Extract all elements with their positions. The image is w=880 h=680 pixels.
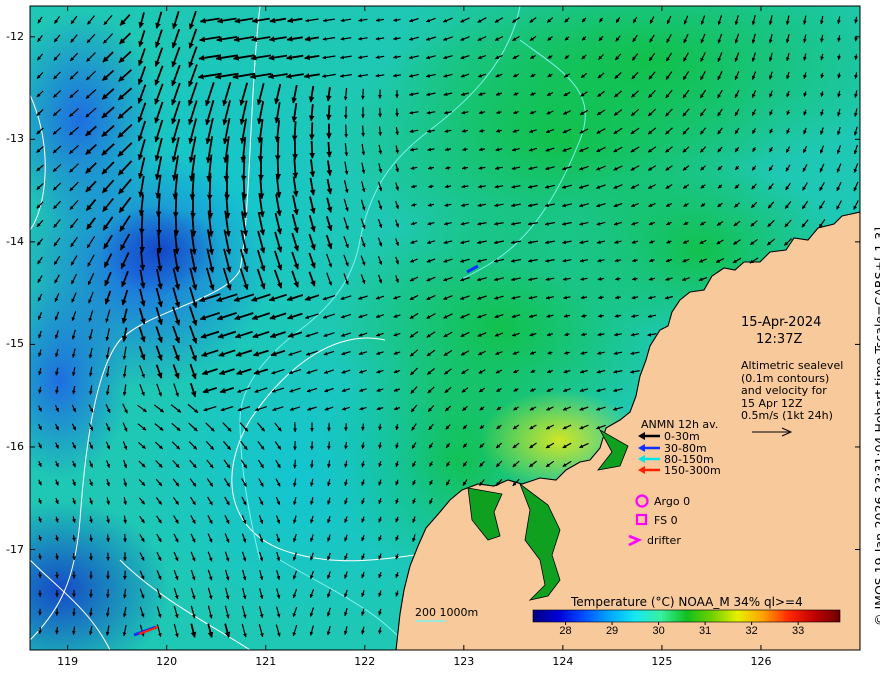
current-arrow bbox=[361, 125, 366, 137]
colorbar-tick-label: 33 bbox=[792, 625, 805, 637]
current-arrow bbox=[344, 423, 348, 432]
colorbar-tick-label: 32 bbox=[745, 625, 758, 637]
current-arrow bbox=[123, 533, 127, 543]
current-arrow bbox=[395, 108, 399, 117]
current-arrow bbox=[55, 626, 59, 635]
x-tick-label: 120 bbox=[156, 655, 178, 668]
x-tick-label: 121 bbox=[255, 655, 277, 668]
drifter-label: drifter bbox=[647, 534, 681, 547]
y-tick-label: -14 bbox=[6, 234, 24, 248]
sst-current-map bbox=[29, 5, 861, 651]
current-arrow bbox=[106, 534, 110, 543]
colorbar-title: Temperature (°C) NOAA_M 34% ql>=4 bbox=[571, 595, 803, 609]
map-date: 15-Apr-2024 bbox=[741, 315, 822, 330]
current-arrow bbox=[138, 213, 145, 235]
current-arrow bbox=[325, 105, 332, 121]
current-arrow bbox=[38, 627, 42, 635]
legend-row-label: 150-300m bbox=[664, 464, 721, 477]
y-tick-label: -12 bbox=[6, 29, 24, 43]
y-tick-label: -15 bbox=[6, 337, 24, 351]
colorbar-tick-label: 29 bbox=[605, 625, 619, 637]
current-arrow bbox=[327, 441, 331, 450]
y-tick-label: -17 bbox=[6, 542, 24, 556]
x-tick-label: 122 bbox=[354, 655, 376, 668]
x-tick-label: 125 bbox=[651, 655, 673, 668]
y-tick-label: -16 bbox=[6, 439, 24, 453]
current-arrow bbox=[309, 140, 316, 159]
current-arrow bbox=[72, 553, 76, 561]
current-arrow bbox=[38, 571, 42, 579]
current-arrow bbox=[139, 231, 146, 253]
colorbar-tick-label: 28 bbox=[559, 625, 572, 637]
credit-text: © IMOS 19-Jan-2026 23:31:04 Hobart time … bbox=[872, 226, 880, 626]
current-arrow bbox=[310, 441, 314, 451]
note-line: and velocity for bbox=[741, 384, 827, 397]
y-tick-label: -13 bbox=[6, 132, 24, 146]
current-arrow bbox=[72, 608, 76, 617]
x-tick-label: 119 bbox=[57, 655, 79, 668]
current-arrow bbox=[123, 570, 127, 580]
isobath-depth-label: 200 1000m bbox=[415, 606, 479, 619]
fs-label: FS 0 bbox=[654, 514, 678, 527]
current-arrow bbox=[293, 459, 297, 469]
current-arrow bbox=[291, 121, 298, 142]
current-arrow bbox=[309, 122, 315, 141]
x-tick-label: 126 bbox=[750, 655, 772, 668]
note-line: 0.5m/s (1kt 24h) bbox=[741, 409, 833, 422]
current-arrow bbox=[89, 552, 93, 561]
altimetry-note: Altimetric sealevel (0.1m contours) and … bbox=[741, 359, 844, 423]
current-arrow bbox=[344, 124, 349, 138]
current-arrow bbox=[360, 88, 365, 100]
current-arrow bbox=[106, 589, 110, 599]
argo-label: Argo 0 bbox=[654, 495, 691, 508]
x-tick-label: 123 bbox=[453, 655, 475, 668]
current-arrow bbox=[55, 571, 59, 579]
colorbar-tick-label: 31 bbox=[698, 625, 712, 637]
colorbar bbox=[532, 609, 841, 623]
map-time: 12:37Z bbox=[756, 332, 803, 347]
current-arrow bbox=[326, 141, 333, 158]
x-tick-label: 124 bbox=[552, 655, 574, 668]
colorbar-tick-label: 30 bbox=[652, 625, 665, 637]
current-arrow bbox=[378, 423, 382, 431]
current-arrow bbox=[361, 423, 365, 431]
note-line: Altimetric sealevel bbox=[741, 359, 844, 372]
